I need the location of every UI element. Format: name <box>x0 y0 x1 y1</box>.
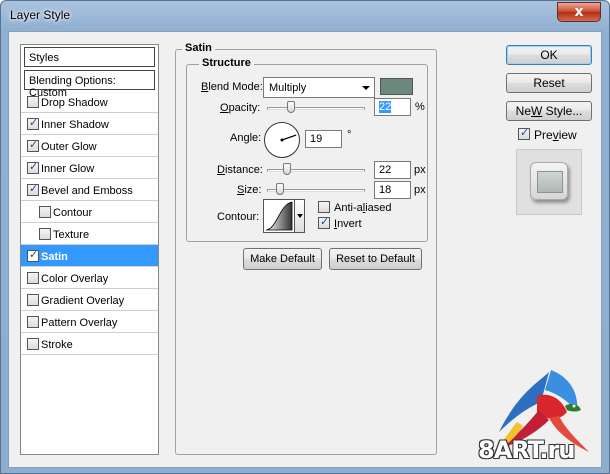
preview-checkbox[interactable] <box>518 126 530 140</box>
style-checkbox[interactable] <box>27 138 39 152</box>
distance-slider-track[interactable] <box>267 169 365 172</box>
blending-options-item[interactable]: Blending Options: Custom <box>24 70 155 99</box>
style-item-contour[interactable]: Contour <box>21 201 158 223</box>
styles-list: Styles Blending Options: Custom Drop Sha… <box>20 44 159 455</box>
angle-label: Angle: <box>230 132 262 144</box>
style-checkbox[interactable] <box>39 228 51 240</box>
size-label: Size: <box>237 184 262 196</box>
contour-label: Contour: <box>217 211 260 223</box>
style-checkbox[interactable] <box>27 248 39 262</box>
blend-mode-label: Blend Mode: <box>201 81 263 93</box>
style-item-label: Drop Shadow <box>41 97 108 109</box>
style-item-satin[interactable]: Satin <box>21 245 158 267</box>
style-item-label: Pattern Overlay <box>41 317 118 329</box>
reset-to-default-button[interactable]: Reset to Default <box>329 248 422 270</box>
style-checkbox[interactable] <box>27 116 39 130</box>
blend-mode-value: Multiply <box>269 82 307 94</box>
contour-thumbnail[interactable] <box>263 199 295 233</box>
style-checkbox[interactable] <box>27 96 39 108</box>
opacity-slider-handle[interactable] <box>286 101 295 113</box>
size-unit: px <box>414 184 426 196</box>
style-item-inner-glow[interactable]: Inner Glow <box>21 157 158 179</box>
style-item-label: Inner Glow <box>41 163 95 175</box>
make-default-button[interactable]: Make Default <box>243 248 322 270</box>
ok-button[interactable]: OK <box>506 45 592 65</box>
contour-dropdown-button[interactable] <box>295 199 305 233</box>
size-field[interactable]: 18 <box>374 181 411 199</box>
style-item-label: Texture <box>53 229 90 241</box>
style-item-label: Bevel and Emboss <box>41 185 133 197</box>
window-title: Layer Style <box>10 8 71 22</box>
style-item-stroke[interactable]: Stroke <box>21 333 158 355</box>
reset-button[interactable]: Reset <box>506 73 592 93</box>
style-checkbox[interactable] <box>39 206 51 218</box>
preview-label[interactable]: Preview <box>534 128 577 142</box>
angle-dial-graphic <box>280 134 297 142</box>
blend-mode-select[interactable]: Multiply <box>263 77 375 98</box>
distance-slider-handle[interactable] <box>283 163 292 175</box>
style-checkbox[interactable] <box>27 316 39 328</box>
style-item-drop-shadow[interactable]: Drop Shadow <box>21 91 158 113</box>
anti-aliased-checkbox[interactable] <box>318 201 330 213</box>
chevron-down-icon <box>362 86 370 90</box>
distance-unit: px <box>414 164 426 176</box>
style-item-inner-shadow[interactable]: Inner Shadow <box>21 113 158 135</box>
style-item-gradient-overlay[interactable]: Gradient Overlay <box>21 289 158 311</box>
style-checkbox[interactable] <box>27 294 39 306</box>
satin-group-title: Satin <box>182 42 215 54</box>
distance-field[interactable]: 22 <box>374 161 411 179</box>
close-icon: x <box>574 4 584 20</box>
style-item-label: Satin <box>41 251 68 263</box>
angle-dial[interactable] <box>264 122 300 158</box>
opacity-slider-track[interactable] <box>267 107 365 110</box>
style-item-label: Color Overlay <box>41 273 109 285</box>
style-item-outer-glow[interactable]: Outer Glow <box>21 135 158 157</box>
satin-group: Satin Structure Blend Mode: Multiply Opa… <box>175 42 437 455</box>
style-item-label: Outer Glow <box>41 141 97 153</box>
style-item-label: Stroke <box>41 339 73 351</box>
style-checkbox[interactable] <box>27 272 39 284</box>
contour-curve-icon <box>265 201 293 231</box>
structure-group: Structure Blend Mode: Multiply Opacity: … <box>186 57 428 242</box>
angle-field[interactable]: 19 <box>305 130 342 148</box>
style-checkbox[interactable] <box>27 338 39 350</box>
style-item-label: Gradient Overlay <box>41 295 125 307</box>
style-checkbox[interactable] <box>27 182 39 196</box>
preview-sample <box>530 162 568 200</box>
new-style-button[interactable]: NeW Style... <box>506 101 592 121</box>
structure-group-title: Structure <box>199 57 254 69</box>
blend-color-swatch[interactable] <box>380 78 413 95</box>
style-item-color-overlay[interactable]: Color Overlay <box>21 267 158 289</box>
angle-unit: ° <box>347 129 352 141</box>
style-item-bevel-and-emboss[interactable]: Bevel and Emboss <box>21 179 158 201</box>
anti-aliased-label[interactable]: Anti-aliased <box>334 202 392 214</box>
layer-style-window: Layer Style x Styles Blending Options: C… <box>0 0 610 474</box>
opacity-unit: % <box>415 101 425 113</box>
opacity-field[interactable]: 22 <box>374 98 411 116</box>
invert-checkbox[interactable] <box>318 215 330 229</box>
style-item-pattern-overlay[interactable]: Pattern Overlay <box>21 311 158 333</box>
distance-label: Distance: <box>217 164 263 176</box>
opacity-label: Opacity: <box>220 102 261 114</box>
styles-header-item[interactable]: Styles <box>24 47 155 67</box>
style-item-texture[interactable]: Texture <box>21 223 158 245</box>
style-checkbox[interactable] <box>27 160 39 174</box>
watermark-text: 8ART.ru <box>478 436 575 464</box>
style-item-label: Contour <box>53 207 93 219</box>
invert-label[interactable]: Invert <box>334 218 362 230</box>
dialog-client-area: Styles Blending Options: Custom Drop Sha… <box>8 31 602 468</box>
size-slider-handle[interactable] <box>276 183 284 195</box>
close-button[interactable]: x <box>557 2 601 22</box>
style-item-label: Inner Shadow <box>41 119 109 131</box>
style-preview-thumbnail <box>516 149 582 215</box>
title-bar[interactable]: Layer Style x <box>1 1 609 31</box>
